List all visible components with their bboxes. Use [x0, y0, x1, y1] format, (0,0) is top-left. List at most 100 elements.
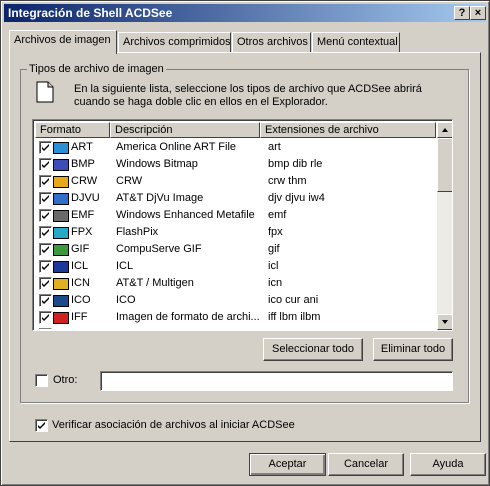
- file-type-icon: [53, 193, 69, 205]
- format-cell: DJVU: [71, 192, 100, 204]
- checkmark-icon: [42, 195, 49, 202]
- format-cell: BMP: [71, 158, 95, 170]
- extensions-cell: crw thm: [268, 175, 307, 187]
- other-input[interactable]: [100, 371, 453, 391]
- list-item[interactable]: EMF Windows Enhanced Metafile emf: [35, 207, 436, 224]
- file-type-icon: [53, 142, 69, 154]
- help-button[interactable]: Ayuda: [410, 453, 486, 476]
- extensions-cell: gif: [268, 243, 280, 255]
- row-checkbox[interactable]: [39, 328, 52, 329]
- format-cell: ICO: [71, 294, 91, 306]
- file-type-icon: [53, 295, 69, 307]
- list-item[interactable]: JPEG JPEG jpg jpeg jpe jfif: [35, 326, 436, 329]
- list-item[interactable]: ICL ICL icl: [35, 258, 436, 275]
- row-checkbox[interactable]: [39, 226, 52, 239]
- row-checkbox[interactable]: [39, 277, 52, 290]
- file-types-list[interactable]: Formato Descripción Extensiones de archi…: [32, 119, 453, 331]
- row-checkbox[interactable]: [39, 141, 52, 154]
- list-item[interactable]: ART America Online ART File art: [35, 139, 436, 156]
- description-cell: CRW: [116, 175, 143, 187]
- row-checkbox[interactable]: [39, 158, 52, 171]
- scroll-thumb[interactable]: [437, 138, 452, 192]
- list-item[interactable]: GIF CompuServe GIF gif: [35, 241, 436, 258]
- file-type-icon: [53, 159, 69, 171]
- format-cell: JPEG: [71, 328, 100, 329]
- description-cell: ICL: [116, 260, 134, 272]
- list-rows: ART America Online ART File art BMP Windows …: [35, 139, 436, 329]
- column-header-extensions[interactable]: Extensiones de archivo: [260, 122, 436, 138]
- checkmark-icon: [42, 178, 49, 185]
- row-checkbox[interactable]: [39, 192, 52, 205]
- checkmark-icon: [42, 263, 49, 270]
- format-cell: ART: [71, 141, 93, 153]
- description-cell: CompuServe GIF: [116, 243, 202, 255]
- column-header-format[interactable]: Formato: [35, 122, 110, 138]
- list-item[interactable]: BMP Windows Bitmap bmp dib rle: [35, 156, 436, 173]
- extensions-cell: emf: [268, 209, 287, 221]
- checkmark-icon: [38, 422, 45, 429]
- row-checkbox[interactable]: [39, 243, 52, 256]
- select-all-button[interactable]: Seleccionar todo: [263, 338, 363, 361]
- file-type-icon: [53, 278, 69, 290]
- title-bar[interactable]: Integración de Shell ACDSee ? ×: [4, 4, 486, 22]
- list-scrollbar[interactable]: [437, 122, 452, 330]
- checkmark-icon: [42, 144, 49, 151]
- description-cell: ICO: [116, 294, 136, 306]
- extensions-cell: jpg jpeg jpe jfif: [268, 328, 433, 329]
- description-cell: AT&T DjVu Image: [116, 192, 204, 204]
- list-item[interactable]: DJVU AT&T DjVu Image djv djvu iw4: [35, 190, 436, 207]
- arrow-up-icon: [442, 128, 448, 132]
- extensions-cell: art: [268, 141, 281, 153]
- tab-other-files[interactable]: Otros archivos: [232, 32, 311, 52]
- description-cell: Windows Enhanced Metafile: [116, 209, 255, 221]
- verify-checkbox[interactable]: [35, 419, 48, 432]
- file-type-icon: [53, 210, 69, 222]
- checkmark-icon: [42, 314, 49, 321]
- scroll-up-button[interactable]: [437, 122, 452, 138]
- description-cell: FlashPix: [116, 226, 159, 238]
- tab-image-files[interactable]: Archivos de imagen: [9, 30, 117, 54]
- list-item[interactable]: FPX FlashPix fpx: [35, 224, 436, 241]
- arrow-down-icon: [442, 320, 448, 324]
- format-cell: FPX: [71, 226, 93, 238]
- row-checkbox[interactable]: [39, 311, 52, 324]
- column-header-description[interactable]: Descripción: [110, 122, 260, 138]
- extensions-cell: icl: [268, 260, 279, 272]
- format-cell: CRW: [71, 175, 98, 187]
- list-item[interactable]: ICO ICO ico cur ani: [35, 292, 436, 309]
- scroll-down-button[interactable]: [437, 314, 452, 330]
- group-description: En la siguiente lista, seleccione los ti…: [74, 83, 422, 108]
- row-checkbox[interactable]: [39, 209, 52, 222]
- row-checkbox[interactable]: [39, 294, 52, 307]
- checkmark-icon: [42, 280, 49, 287]
- description-cell: Imagen de formato de archi...: [116, 311, 260, 323]
- extensions-cell: iff lbm ilbm: [268, 311, 321, 323]
- file-type-icon: [53, 312, 69, 324]
- tab-context-menu[interactable]: Menú contextual: [312, 32, 400, 52]
- window-title: Integración de Shell ACDSee: [8, 6, 173, 20]
- list-item[interactable]: ICN AT&T / Multigen icn: [35, 275, 436, 292]
- list-item[interactable]: CRW CRW crw thm: [35, 173, 436, 190]
- list-header: Formato Descripción Extensiones de archi…: [35, 122, 436, 138]
- help-title-button[interactable]: ?: [454, 6, 470, 20]
- checkmark-icon: [42, 212, 49, 219]
- tab-compressed-files[interactable]: Archivos comprimidos: [118, 32, 231, 52]
- remove-all-button[interactable]: Eliminar todo: [373, 338, 453, 361]
- format-cell: ICN: [71, 277, 90, 289]
- checkmark-icon: [42, 246, 49, 253]
- other-checkbox[interactable]: [35, 374, 48, 387]
- dialog-window: Integración de Shell ACDSee ? × Archivos…: [0, 0, 490, 486]
- group-label: Tipos de archivo de imagen: [27, 63, 166, 75]
- close-button[interactable]: ×: [470, 6, 486, 20]
- list-item[interactable]: IFF Imagen de formato de archi... iff lbm …: [35, 309, 436, 326]
- description-cell: AT&T / Multigen: [116, 277, 194, 289]
- format-cell: GIF: [71, 243, 90, 255]
- extensions-cell: bmp dib rle: [268, 158, 323, 170]
- accept-button[interactable]: Aceptar: [249, 453, 326, 476]
- cancel-button[interactable]: Cancelar: [328, 453, 404, 476]
- extensions-cell: ico cur ani: [268, 294, 319, 306]
- row-checkbox[interactable]: [39, 260, 52, 273]
- file-type-icon: [53, 176, 69, 188]
- row-checkbox[interactable]: [39, 175, 52, 188]
- file-type-icon: [53, 227, 69, 239]
